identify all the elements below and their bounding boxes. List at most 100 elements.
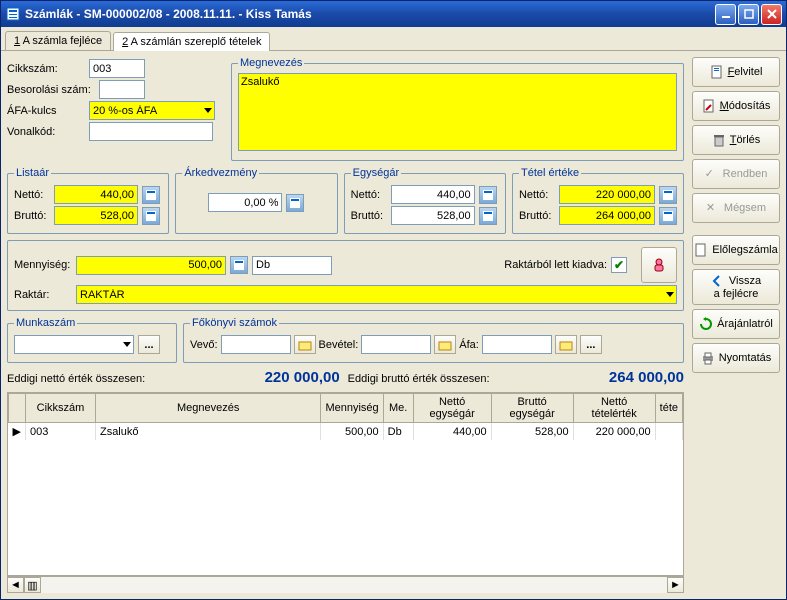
arkedvezmeny-input[interactable] xyxy=(208,193,282,212)
tab-invoice-header[interactable]: 1 A számla fejléce xyxy=(5,31,111,50)
listaar-brutto-input[interactable] xyxy=(54,206,138,225)
egysegar-brutto-label: Bruttó: xyxy=(351,210,387,222)
fokonyvi-afa-input[interactable] xyxy=(482,335,552,354)
cikkszam-label: Cikkszám: xyxy=(7,63,85,75)
tab-strip: 1 A számla fejléce 2 A számlán szereplő … xyxy=(1,27,786,51)
raktar-select[interactable]: RAKTÁR xyxy=(76,285,677,304)
listaar-brutto-label: Bruttó: xyxy=(14,210,50,222)
rendben-button[interactable]: ✓Rendben xyxy=(692,159,780,189)
calculator-icon[interactable] xyxy=(286,194,304,212)
megnevezes-legend: Megnevezés xyxy=(238,57,304,69)
tetelertek-netto-input[interactable] xyxy=(559,185,655,204)
app-icon xyxy=(5,6,21,22)
calculator-icon[interactable] xyxy=(479,207,497,225)
mennyiseg-input[interactable] xyxy=(76,256,226,275)
total-netto-value: 220 000,00 xyxy=(145,369,347,386)
munkaszam-legend: Munkaszám xyxy=(14,317,77,329)
nyomtatas-button[interactable]: Nyomtatás xyxy=(692,343,780,373)
torles-button[interactable]: Törlés xyxy=(692,125,780,155)
items-grid[interactable]: Cikkszám Megnevezés Mennyiség Me. Nettó … xyxy=(7,392,684,576)
scroll-handle-icon[interactable]: ▥ xyxy=(24,577,41,593)
raktar-label: Raktár: xyxy=(14,289,72,301)
munkaszam-browse-button[interactable]: ... xyxy=(138,335,160,354)
munkaszam-select[interactable] xyxy=(14,335,134,354)
scroll-left-button[interactable]: ◄ xyxy=(7,577,24,593)
maximize-button[interactable] xyxy=(738,4,759,25)
raktarbol-kiadva-label: Raktárból lett kiadva: xyxy=(504,259,607,271)
table-row[interactable]: ▶003Zsalukő500,00Db440,00528,00220 000,0… xyxy=(9,423,683,441)
calculator-icon[interactable] xyxy=(659,186,677,204)
col-cikkszam[interactable]: Cikkszám xyxy=(25,394,95,423)
col-mennyiseg[interactable]: Mennyiség xyxy=(321,394,383,423)
arajanlatrol-button[interactable]: Árajánlatról xyxy=(692,309,780,339)
calculator-icon[interactable] xyxy=(479,186,497,204)
cancel-icon: ✕ xyxy=(706,201,720,215)
afakulcs-label: ÁFA-kulcs xyxy=(7,105,85,117)
fokonyvi-afa-label: Áfa: xyxy=(459,339,479,351)
tetelertek-legend: Tétel értéke xyxy=(519,167,581,179)
window-title: Számlák - SM-000002/08 - 2008.11.11. - K… xyxy=(25,7,312,21)
vevo-browse-button[interactable] xyxy=(294,335,316,354)
close-button[interactable] xyxy=(761,4,782,25)
calculator-icon[interactable] xyxy=(659,207,677,225)
col-megnevezes[interactable]: Megnevezés xyxy=(95,394,320,423)
bevetel-label: Bevétel: xyxy=(319,339,359,351)
col-me[interactable]: Me. xyxy=(383,394,413,423)
total-netto-label: Eddigi nettó érték összesen: xyxy=(7,373,145,385)
cikkszam-input[interactable] xyxy=(89,59,145,78)
minimize-button[interactable] xyxy=(715,4,736,25)
listaar-netto-label: Nettó: xyxy=(14,189,50,201)
afakulcs-select[interactable]: 20 %-os ÁFA xyxy=(89,101,215,120)
modositas-button[interactable]: Módosítás xyxy=(692,91,780,121)
total-brutto-value: 264 000,00 xyxy=(490,369,684,386)
besorolasi-label: Besorolási szám: xyxy=(7,84,95,96)
raktarbol-kiadva-checkbox[interactable]: ✔ xyxy=(611,257,627,273)
listaar-netto-input[interactable] xyxy=(54,185,138,204)
col-brutto-egysegar[interactable]: Bruttó egységár xyxy=(491,394,573,423)
tab-invoice-items[interactable]: 2 A számlán szereplő tételek xyxy=(113,32,270,51)
horizontal-scrollbar[interactable]: ◄ ▥ ► xyxy=(7,576,684,593)
scroll-right-button[interactable]: ► xyxy=(667,577,684,593)
refresh-icon xyxy=(699,317,713,331)
egysegar-netto-label: Nettó: xyxy=(351,189,387,201)
egysegar-brutto-input[interactable] xyxy=(391,206,475,225)
col-netto-tetelertek[interactable]: Nettó tételérték xyxy=(573,394,655,423)
printer-icon xyxy=(701,351,715,365)
mennyiseg-label: Mennyiség: xyxy=(14,259,72,271)
calculator-icon[interactable] xyxy=(230,256,248,274)
document-icon xyxy=(710,65,724,79)
total-brutto-label: Eddigi bruttó érték összesen: xyxy=(348,373,490,385)
listaar-legend: Listaár xyxy=(14,167,51,179)
vonalkod-input[interactable] xyxy=(89,122,213,141)
megnevezes-textarea[interactable]: Zsalukő xyxy=(238,73,677,151)
vissza-fejlecre-button[interactable]: Vissza a fejlécre xyxy=(692,269,780,305)
vevo-input[interactable] xyxy=(221,335,291,354)
besorolasi-input[interactable] xyxy=(99,80,145,99)
tetelertek-brutto-input[interactable] xyxy=(559,206,655,225)
mennyisegi-egyseg-input[interactable] xyxy=(252,256,332,275)
arkedvezmeny-legend: Árkedvezmény xyxy=(182,167,259,179)
col-netto-egysegar[interactable]: Nettó egységár xyxy=(413,394,491,423)
edit-icon xyxy=(702,99,716,113)
vevo-label: Vevő: xyxy=(190,339,218,351)
megsem-button[interactable]: ✕Mégsem xyxy=(692,193,780,223)
back-icon xyxy=(711,274,725,288)
trash-icon xyxy=(712,133,726,147)
fokonyvi-legend: Főkönyvi számok xyxy=(190,317,279,329)
bevetel-input[interactable] xyxy=(361,335,431,354)
col-tetel-extra[interactable]: téte xyxy=(655,394,682,423)
egysegar-netto-input[interactable] xyxy=(391,185,475,204)
egysegar-legend: Egységár xyxy=(351,167,401,179)
elolegszamla-button[interactable]: Előlegszámla xyxy=(692,235,780,265)
check-icon: ✓ xyxy=(705,167,719,181)
tetelertek-netto-label: Nettó: xyxy=(519,189,555,201)
titlebar: Számlák - SM-000002/08 - 2008.11.11. - K… xyxy=(1,1,786,27)
calculator-icon[interactable] xyxy=(142,207,160,225)
fokonyvi-afa-browse-button[interactable] xyxy=(555,335,577,354)
user-lookup-button[interactable] xyxy=(641,247,677,283)
tetelertek-brutto-label: Bruttó: xyxy=(519,210,555,222)
calculator-icon[interactable] xyxy=(142,186,160,204)
fokonyvi-more-button[interactable]: ... xyxy=(580,335,602,354)
bevetel-browse-button[interactable] xyxy=(434,335,456,354)
felvitel-button[interactable]: FFelvitelelvitel xyxy=(692,57,780,87)
